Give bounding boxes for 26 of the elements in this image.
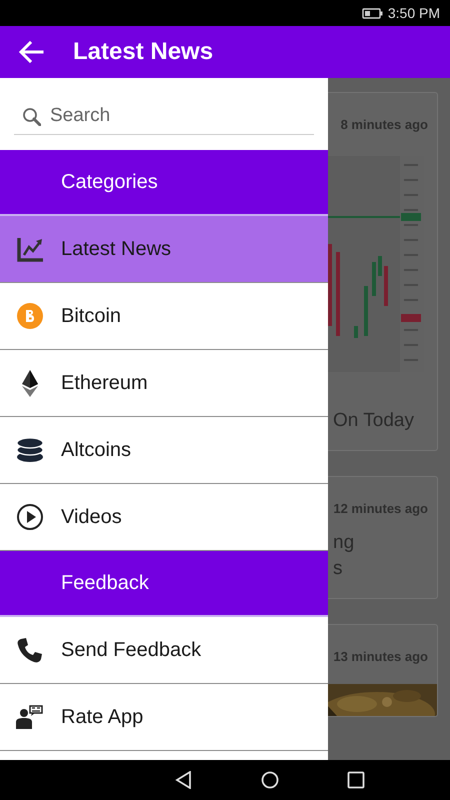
home-button[interactable] — [261, 771, 279, 789]
play-icon — [16, 504, 42, 530]
page-title: Latest News — [73, 38, 214, 66]
news-headline: ng — [333, 531, 356, 555]
coin-stack-icon — [16, 437, 42, 463]
back-icon — [175, 771, 193, 789]
status-time: 3:50 PM — [388, 5, 440, 21]
search-icon — [22, 107, 41, 126]
home-icon — [261, 771, 279, 789]
back-button[interactable] — [175, 771, 193, 789]
section-header: Feedback — [0, 551, 328, 617]
phone-icon — [16, 637, 43, 663]
battery-icon — [362, 8, 383, 18]
recents-button[interactable] — [347, 771, 365, 789]
recents-icon — [347, 771, 365, 789]
diamond-icon — [22, 370, 38, 396]
section-header: Categories — [0, 150, 328, 216]
drawer-item[interactable]: Latest News — [0, 216, 328, 283]
news-headline: On Today — [333, 409, 415, 433]
news-headline: s — [333, 557, 344, 581]
bitcoin-coin-icon — [16, 303, 42, 329]
search-field[interactable]: Search — [14, 97, 314, 135]
back-button[interactable] — [18, 39, 44, 65]
back-arrow-icon — [18, 40, 44, 64]
person-speech-icon — [16, 705, 43, 729]
line-chart-icon — [16, 236, 44, 262]
